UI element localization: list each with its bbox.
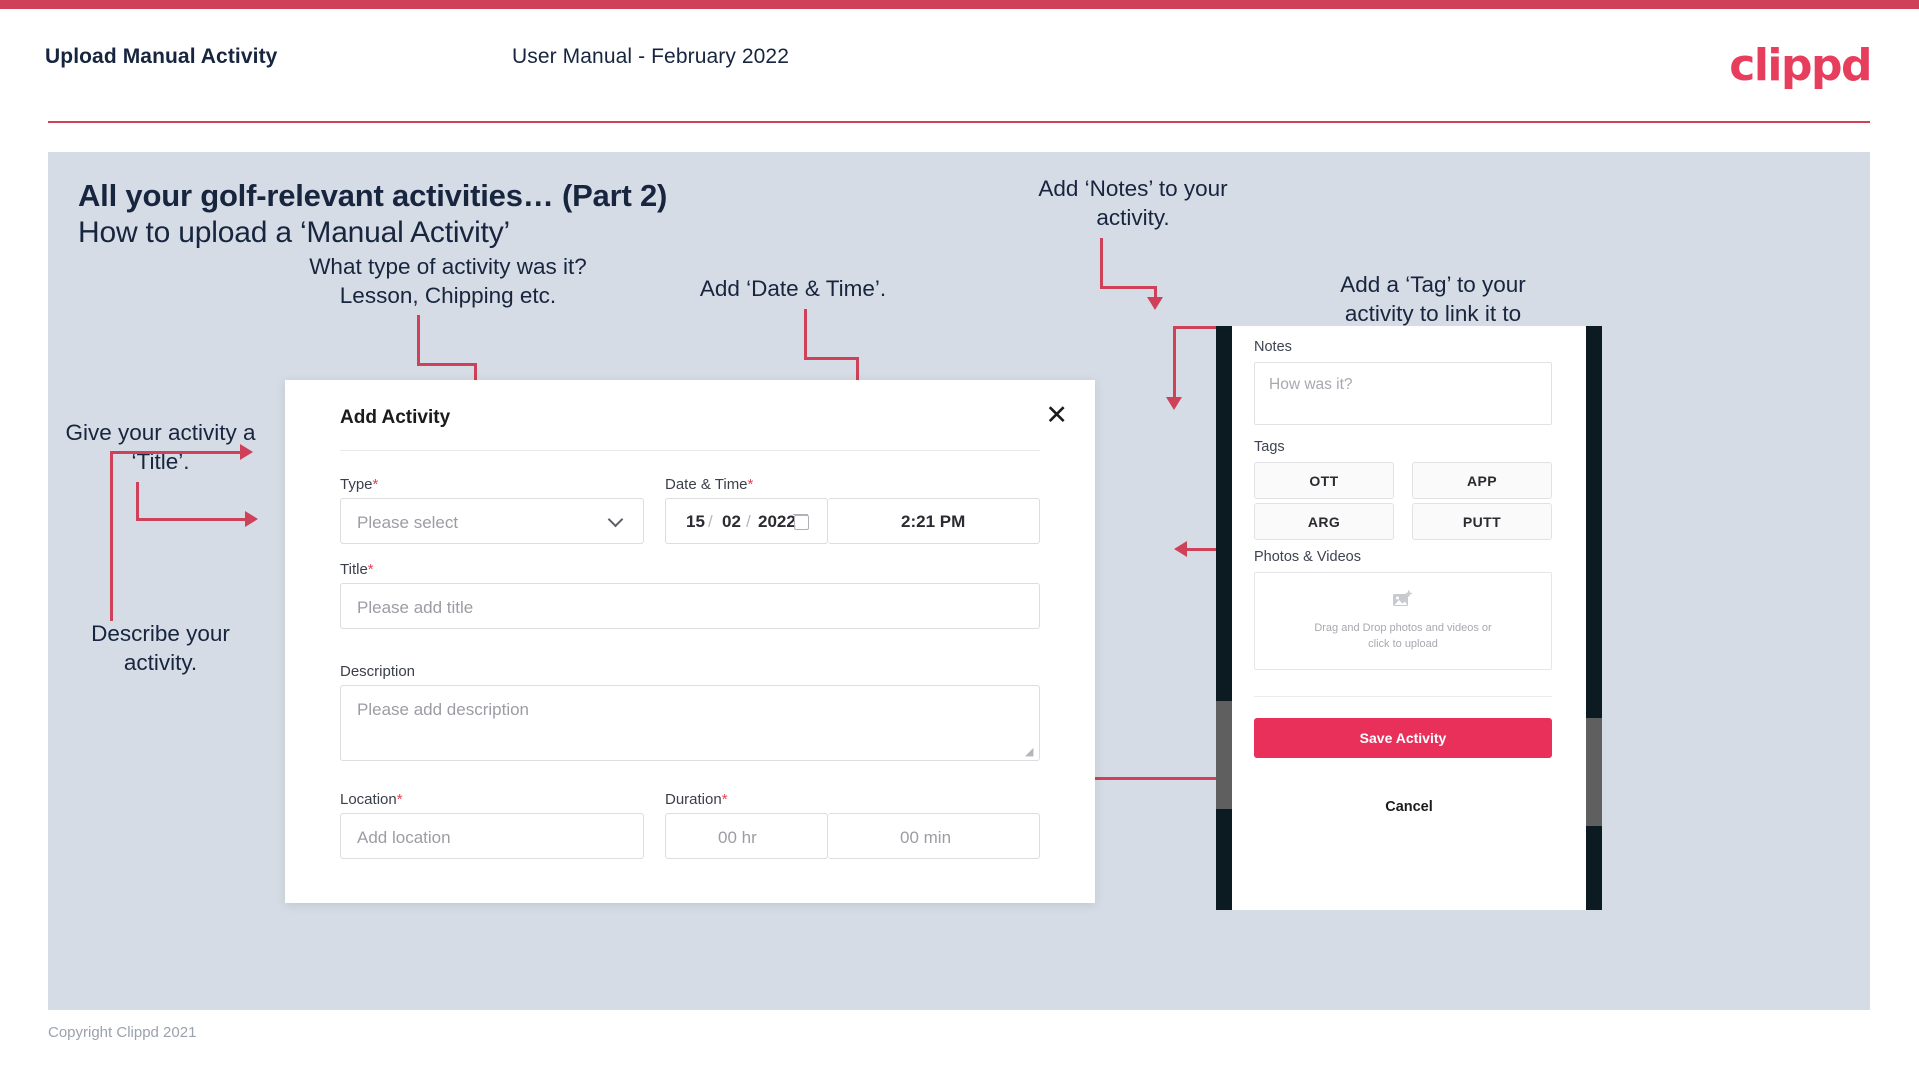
arrow-description bbox=[240, 444, 253, 460]
page-subtitle: User Manual - February 2022 bbox=[512, 45, 789, 68]
header-divider bbox=[48, 121, 1870, 123]
time-value: 2:21 PM bbox=[901, 512, 966, 531]
annotation-datetime: Add ‘Date & Time’. bbox=[699, 276, 887, 301]
duration-hours-placeholder: 00 hr bbox=[718, 828, 757, 847]
connector-type-v1 bbox=[417, 315, 420, 365]
arrow-notes bbox=[1147, 297, 1163, 310]
phone-bezel-left bbox=[1216, 326, 1232, 910]
connector-desc-v bbox=[110, 451, 113, 621]
tag-button-app[interactable]: APP bbox=[1412, 462, 1552, 499]
connector-tags-v bbox=[1173, 326, 1176, 400]
duration-minutes-input[interactable]: 00 min bbox=[828, 813, 1040, 859]
connector-notes-v1 bbox=[1100, 238, 1103, 288]
date-year: 2022 bbox=[758, 512, 796, 531]
dropzone-text: Drag and Drop photos and videos or click… bbox=[1314, 622, 1492, 650]
close-icon[interactable]: ✕ bbox=[1045, 402, 1068, 429]
tags-label: Tags bbox=[1254, 439, 1285, 455]
type-required: * bbox=[372, 476, 379, 493]
phone-divider bbox=[1254, 696, 1552, 697]
modal-header-divider bbox=[340, 450, 1040, 451]
phone-mockup: Notes How was it? Tags OTT APP ARG PUTT … bbox=[1216, 326, 1602, 910]
date-month: 02 bbox=[722, 512, 741, 531]
connector-notes-h bbox=[1100, 286, 1157, 289]
connector-dt-h bbox=[804, 357, 859, 360]
description-textarea[interactable]: Please add description ◢ bbox=[340, 685, 1040, 761]
date-sep-2: / bbox=[746, 512, 751, 531]
modal-title: Add Activity bbox=[340, 407, 451, 428]
tag-button-ott[interactable]: OTT bbox=[1254, 462, 1394, 499]
type-label-text: Type bbox=[340, 476, 373, 493]
location-label-text: Location bbox=[340, 791, 397, 808]
tag-button-putt[interactable]: PUTT bbox=[1412, 503, 1552, 540]
datetime-required: * bbox=[747, 476, 754, 493]
top-accent-bar bbox=[0, 0, 1919, 9]
notes-label: Notes bbox=[1254, 339, 1292, 355]
photo-dropzone[interactable]: Drag and Drop photos and videos or click… bbox=[1254, 572, 1552, 670]
connector-type-h bbox=[417, 363, 477, 366]
connector-title-h bbox=[136, 518, 247, 521]
annotation-notes: Add ‘Notes’ to your activity. bbox=[1038, 176, 1228, 230]
description-placeholder: Please add description bbox=[357, 700, 530, 719]
annotation-description: Describe your activity. bbox=[91, 621, 230, 675]
time-input[interactable]: 2:21 PM bbox=[828, 498, 1040, 544]
copyright-text: Copyright Clippd 2021 bbox=[48, 1024, 197, 1041]
title-placeholder: Please add title bbox=[357, 598, 474, 617]
title-required: * bbox=[367, 561, 374, 578]
page-title: Upload Manual Activity bbox=[45, 45, 278, 68]
location-input[interactable]: Add location bbox=[340, 813, 644, 859]
notes-placeholder: How was it? bbox=[1269, 376, 1353, 393]
add-activity-modal: Add Activity ✕ Type* Please select Date … bbox=[285, 380, 1095, 903]
arrow-tags bbox=[1166, 397, 1182, 410]
clippd-logo: clippd bbox=[1729, 40, 1872, 91]
phone-screen: Notes How was it? Tags OTT APP ARG PUTT … bbox=[1232, 326, 1586, 910]
cancel-button[interactable]: Cancel bbox=[1232, 799, 1586, 815]
duration-required: * bbox=[721, 791, 728, 808]
connector-desc-h bbox=[110, 451, 245, 454]
phone-bezel-left-button bbox=[1216, 701, 1232, 809]
date-day: 15 bbox=[686, 512, 705, 531]
date-sep-1: / bbox=[708, 512, 713, 531]
slide-subheading: How to upload a ‘Manual Activity’ bbox=[78, 216, 510, 249]
type-select[interactable]: Please select bbox=[340, 498, 644, 544]
slide-heading: All your golf-relevant activities… (Part… bbox=[78, 178, 668, 213]
title-input[interactable]: Please add title bbox=[340, 583, 1040, 629]
photos-label: Photos & Videos bbox=[1254, 549, 1361, 565]
arrow-title bbox=[245, 511, 258, 527]
location-label: Location* bbox=[340, 791, 403, 808]
annotation-type: What type of activity was it? Lesson, Ch… bbox=[309, 254, 587, 308]
connector-dt-v1 bbox=[804, 309, 807, 359]
title-label-text: Title bbox=[340, 561, 368, 578]
duration-hours-input[interactable]: 00 hr bbox=[665, 813, 828, 859]
date-input[interactable]: 15 / 02 / 2022 bbox=[665, 498, 828, 544]
datetime-label-text: Date & Time bbox=[665, 476, 748, 493]
slide-root: Upload Manual Activity User Manual - Feb… bbox=[0, 0, 1919, 1079]
arrow-upload bbox=[1174, 541, 1187, 557]
duration-label: Duration* bbox=[665, 791, 728, 808]
save-activity-button[interactable]: Save Activity bbox=[1254, 718, 1552, 758]
duration-minutes-placeholder: 00 min bbox=[900, 828, 952, 847]
location-required: * bbox=[396, 791, 403, 808]
connector-title-v bbox=[136, 482, 139, 521]
description-label: Description bbox=[340, 663, 416, 680]
notes-textarea[interactable]: How was it? bbox=[1254, 362, 1552, 425]
datetime-label: Date & Time* bbox=[665, 476, 753, 493]
type-label: Type* bbox=[340, 476, 378, 493]
location-placeholder: Add location bbox=[357, 828, 451, 847]
title-label: Title* bbox=[340, 561, 374, 578]
add-image-icon bbox=[1393, 590, 1412, 606]
type-placeholder: Please select bbox=[357, 513, 459, 532]
duration-label-text: Duration bbox=[665, 791, 722, 808]
tag-button-arg[interactable]: ARG bbox=[1254, 503, 1394, 540]
chevron-down-icon bbox=[607, 511, 624, 528]
resize-grip-icon[interactable]: ◢ bbox=[1025, 747, 1035, 758]
calendar-icon[interactable] bbox=[793, 514, 809, 530]
phone-bezel-right-button bbox=[1586, 718, 1602, 826]
modal-header: Add Activity ✕ bbox=[285, 380, 1095, 440]
